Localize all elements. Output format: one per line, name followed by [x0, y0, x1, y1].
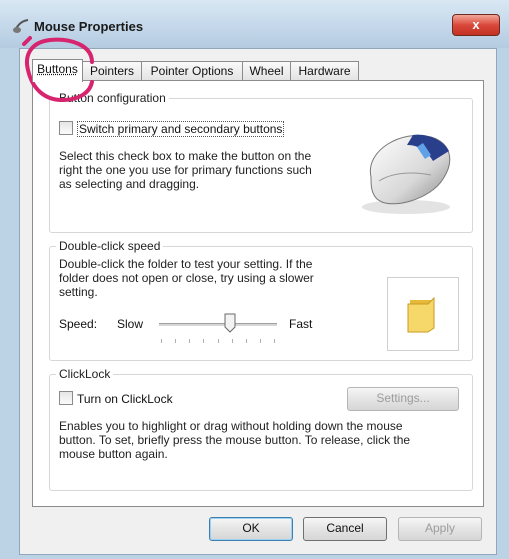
folder-icon[interactable]: [406, 296, 440, 334]
description-line: mouse button again.: [59, 447, 168, 461]
description-line: button. To set, briefly press the mouse …: [59, 433, 411, 447]
slow-label: Slow: [117, 317, 144, 331]
ok-button[interactable]: OK: [209, 517, 293, 541]
clicklock-description: Enables you to highlight or drag without…: [59, 419, 469, 461]
double-click-description: Double-click the folder to test your set…: [59, 257, 349, 299]
tab-label: Buttons: [37, 62, 78, 76]
speed-label: Speed:: [59, 317, 98, 331]
buttons-panel: Button configuration Switch primary and …: [32, 80, 484, 507]
description-line: Double-click the folder to test your set…: [59, 257, 313, 271]
speed-slider-thumb[interactable]: [224, 313, 236, 333]
speed-slider-track[interactable]: [159, 323, 277, 326]
description-line: setting.: [59, 285, 98, 299]
button-config-description: Select this check box to make the button…: [59, 149, 349, 191]
double-click-legend: Double-click speed: [59, 239, 161, 253]
clicklock-settings-button[interactable]: Settings...: [347, 387, 459, 411]
description-line: folder does not open or close, try using…: [59, 271, 314, 285]
tab-buttons[interactable]: Buttons: [32, 59, 83, 82]
description-line: as selecting and dragging.: [59, 177, 200, 191]
cancel-button[interactable]: Cancel: [303, 517, 387, 541]
clicklock-legend: ClickLock: [59, 367, 111, 381]
description-line: Select this check box to make the button…: [59, 149, 312, 163]
description-line: Enables you to highlight or drag without…: [59, 419, 403, 433]
description-line: right the one you use for primary functi…: [59, 163, 312, 177]
apply-button[interactable]: Apply: [398, 517, 482, 541]
fast-label: Fast: [289, 317, 313, 331]
test-folder-area[interactable]: [387, 277, 459, 351]
clicklock-checkbox[interactable]: Turn on ClickLock: [59, 391, 173, 406]
checkbox-box[interactable]: [59, 391, 73, 405]
speed-slider-ticks: [161, 339, 275, 343]
clicklock-label: Turn on ClickLock: [77, 392, 173, 406]
